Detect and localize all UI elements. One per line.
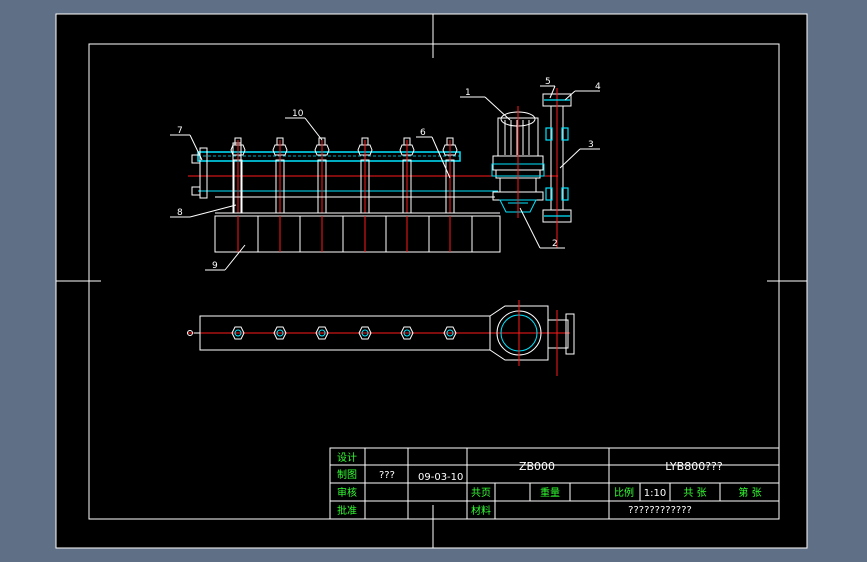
- balloon-number: 3: [588, 140, 594, 150]
- balloon-number: 1: [465, 88, 471, 98]
- drawing-date: 09-03-10: [418, 472, 463, 483]
- balloon-number: 6: [420, 128, 426, 138]
- company-name: ????????????: [628, 505, 692, 516]
- balloon-number: 5: [545, 77, 551, 87]
- drawing-name: LYB800???: [665, 460, 723, 473]
- scale-value: 1:10: [644, 488, 666, 499]
- drawing-code: ZB000: [519, 460, 555, 473]
- label-drawing: 制图: [337, 468, 357, 481]
- label-count: 共页: [471, 487, 491, 499]
- balloon-number: 7: [177, 126, 183, 136]
- label-material: 材料: [471, 504, 491, 517]
- label-review: 审核: [337, 486, 357, 499]
- balloon-number: 9: [212, 261, 218, 271]
- label-scale: 比例: [614, 486, 634, 499]
- label-approve: 批准: [337, 504, 357, 517]
- balloon-number: 8: [177, 208, 183, 218]
- label-sheet-total: 共 张: [683, 487, 706, 499]
- balloon-number: 2: [552, 239, 558, 249]
- label-weight: 重量: [540, 486, 560, 499]
- balloon-number: 10: [292, 109, 304, 119]
- label-design: 设计: [337, 451, 357, 464]
- drafter-name: ???: [379, 470, 395, 481]
- cad-drawing-sheet: 1 2 3 4 5 6 7 8 9 10 设计 制图 审核 批准 ??? 09-03-10 ZB0…: [55, 13, 808, 549]
- label-sheet-no: 第 张: [738, 486, 761, 499]
- balloon-number: 4: [595, 82, 601, 92]
